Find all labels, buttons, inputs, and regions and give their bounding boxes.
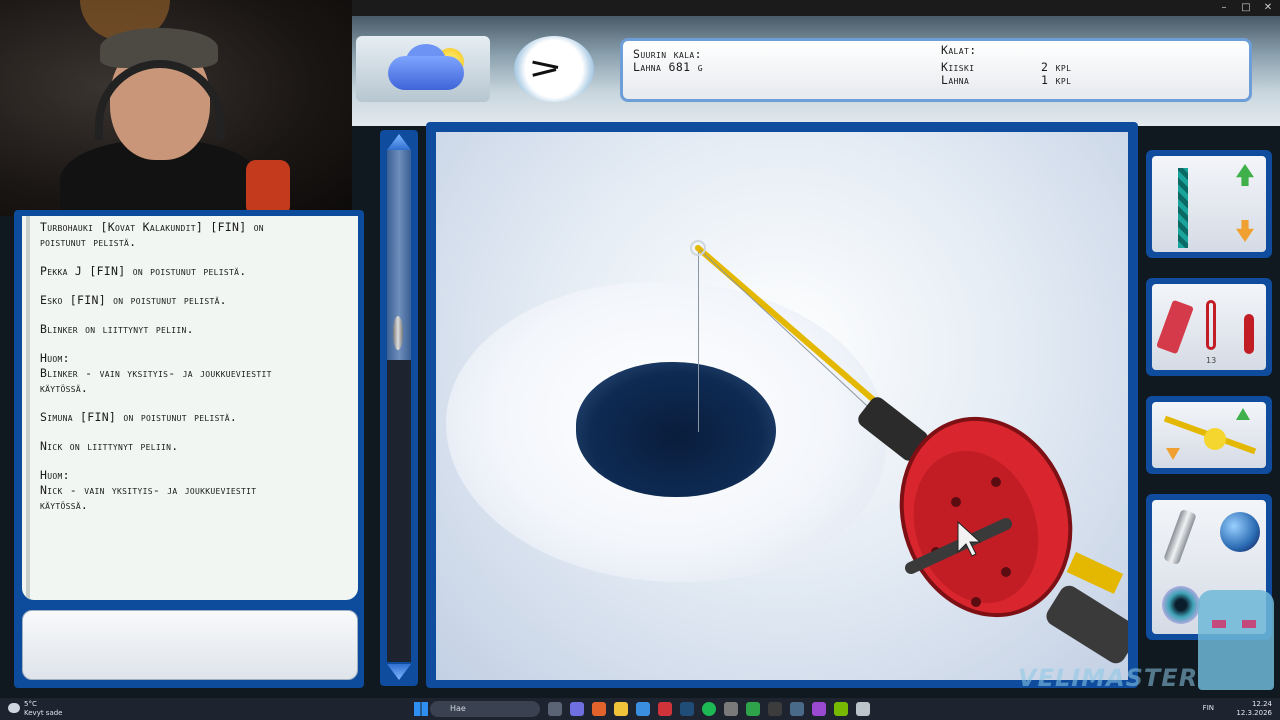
reel-hole — [1001, 567, 1011, 577]
chat-log[interactable]: Turbohauki [Kovat Kalakundit] [FIN] on p… — [22, 216, 358, 600]
rod-line — [699, 249, 881, 419]
chat-input[interactable] — [22, 610, 358, 680]
xbox-icon[interactable] — [746, 702, 760, 716]
chat-message: Huom: Nick - vain yksityis- ja joukkuevi… — [40, 468, 257, 512]
chat-message: Blinker on liittynyt peliin. — [40, 322, 194, 336]
chat-message: Esko [FIN] on poistunut pelistä. — [40, 293, 227, 307]
clock-time: 12.24 — [1251, 700, 1272, 708]
up-arrow-icon[interactable] — [1236, 408, 1250, 420]
depth-slider-lower — [387, 360, 411, 662]
fish-count: 2 kpl — [1041, 60, 1072, 74]
biggest-fish-value: Lahna 681 g — [633, 60, 704, 74]
game-icon[interactable] — [856, 702, 870, 716]
streamer-webcam — [0, 0, 352, 216]
app-icon[interactable] — [724, 702, 738, 716]
reel-small-icon — [1204, 428, 1226, 450]
fish-name: Lahna — [941, 73, 970, 87]
chat-message: Nick on liittynyt peliin. — [40, 439, 179, 453]
reel-hole — [991, 477, 1001, 487]
chat-message: Turbohauki [Kovat Kalakundit] [FIN] on p… — [40, 220, 264, 249]
move-down-arrow-icon[interactable] — [1236, 220, 1254, 242]
rod-butt — [1046, 585, 1128, 664]
fishing-rod-drawing[interactable] — [436, 132, 1128, 680]
minimize-button[interactable]: – — [1214, 2, 1234, 13]
steam-icon[interactable] — [680, 702, 694, 716]
weather-cloud-icon[interactable] — [8, 703, 20, 713]
mascot-logo — [1198, 590, 1274, 690]
app-icon[interactable] — [790, 702, 804, 716]
catch-panel: Suurin kala: Lahna 681 g Kalat: Kiiski 2… — [620, 38, 1252, 102]
rod-grip-band — [1066, 552, 1124, 594]
reel-hole — [971, 597, 981, 607]
lure-icon[interactable] — [1156, 299, 1194, 355]
taskbar: 5°C Kevyt sade Hae FIN 12.24 12.3.2026 — [0, 698, 1280, 720]
task-view-icon[interactable] — [548, 702, 562, 716]
globe-icon[interactable] — [1220, 512, 1260, 552]
chat-message: Pekka J [FIN] on poistunut pelistä. — [40, 264, 247, 278]
lure-depth-marker[interactable] — [393, 316, 403, 350]
fish-list-label: Kalat: — [941, 43, 977, 57]
microphone — [246, 160, 290, 216]
spotify-icon[interactable] — [702, 702, 716, 716]
rod-tip — [695, 245, 879, 405]
maximize-button[interactable]: □ — [1236, 2, 1256, 13]
lure-count: 13 — [1206, 356, 1217, 365]
chrome-icon[interactable] — [658, 702, 672, 716]
reel-hole — [951, 497, 961, 507]
discord-icon[interactable] — [812, 702, 826, 716]
taskbar-clock[interactable]: 12.24 12.3.2026 — [1226, 700, 1272, 718]
knife-icon[interactable] — [1163, 508, 1197, 566]
nvidia-icon[interactable] — [834, 702, 848, 716]
bait-icon[interactable] — [1244, 314, 1254, 354]
weather-temp: 5°C — [24, 700, 37, 708]
drill-tool-panel[interactable] — [1146, 150, 1272, 258]
cloud-icon — [388, 56, 464, 90]
windows-start-icon[interactable] — [414, 702, 428, 716]
clock-date: 12.3.2026 — [1236, 709, 1272, 717]
app-icon[interactable] — [768, 702, 782, 716]
fish-count: 1 kpl — [1041, 73, 1072, 87]
app-icon[interactable] — [570, 702, 584, 716]
folder-icon[interactable] — [614, 702, 628, 716]
chat-message: Simuna [FIN] on poistunut pelistä. — [40, 410, 238, 424]
window-titlebar — [352, 0, 1280, 16]
eye-icon[interactable] — [1162, 586, 1200, 624]
rod-tool-panel[interactable] — [1146, 396, 1272, 474]
close-button[interactable]: ✕ — [1258, 2, 1278, 13]
chat-message: Huom: Blinker - vain yksityis- ja joukku… — [40, 351, 272, 395]
browser-icon[interactable] — [592, 702, 606, 716]
store-icon[interactable] — [636, 702, 650, 716]
weather-desc: Kevyt sade — [24, 709, 63, 717]
hook-icon[interactable] — [1206, 300, 1216, 350]
biggest-fish-label: Suurin kala: — [633, 47, 702, 61]
channel-watermark: VELIMASTER — [1018, 664, 1199, 692]
fishing-view[interactable] — [436, 132, 1128, 680]
move-up-arrow-icon[interactable] — [1236, 164, 1254, 186]
lure-tool-panel[interactable]: 13 — [1146, 278, 1272, 376]
ice-drill-icon[interactable] — [1178, 168, 1188, 248]
keyboard-language[interactable]: FIN — [1190, 704, 1214, 713]
fish-name: Kiiski — [941, 60, 975, 74]
taskbar-search[interactable]: Hae — [430, 701, 540, 717]
down-arrow-icon[interactable] — [1166, 448, 1180, 460]
taskbar-weather[interactable]: 5°C Kevyt sade — [24, 700, 63, 718]
